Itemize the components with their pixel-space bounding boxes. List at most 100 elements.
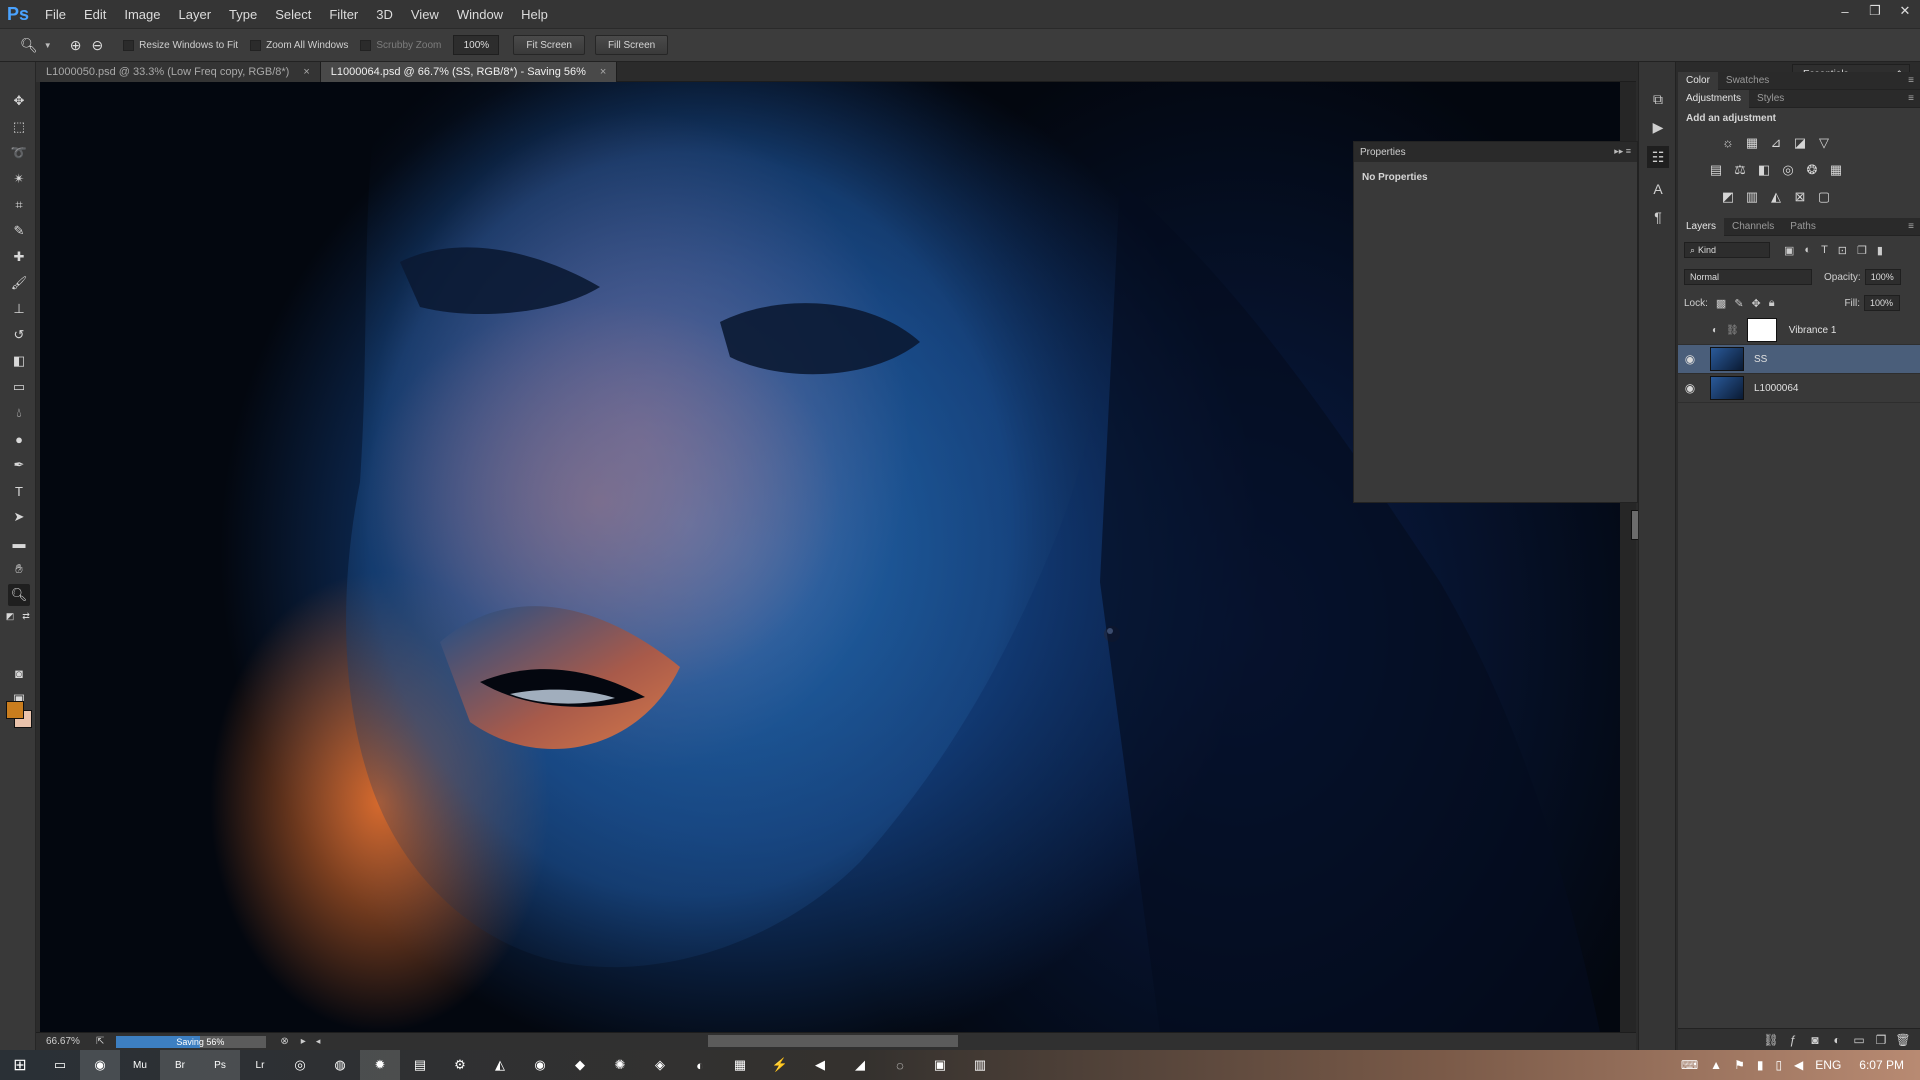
cancel-save-icon[interactable]: ⊗ — [280, 1036, 288, 1047]
status-menu-arrow-icon[interactable]: ▸ — [301, 1036, 306, 1047]
chrome-icon[interactable]: ◉ — [80, 1050, 120, 1080]
move-tool-icon[interactable]: ✥ — [8, 90, 30, 112]
minimize-button[interactable]: – — [1830, 0, 1860, 22]
default-colors-icon[interactable]: ◩ — [4, 610, 16, 622]
app-icon[interactable]: ◍ — [320, 1050, 360, 1080]
pen-tool-icon[interactable]: ✒ — [8, 454, 30, 476]
trash-icon[interactable]: 🗑︎ — [1892, 1033, 1914, 1047]
close-button[interactable]: ✕ — [1890, 0, 1920, 22]
app-icon[interactable]: ◢ — [840, 1050, 880, 1080]
scrubby-zoom-checkbox[interactable]: Scrubby Zoom — [360, 39, 441, 51]
brightness-icon[interactable]: ☼ — [1716, 134, 1740, 152]
menu-image[interactable]: Image — [115, 7, 169, 22]
app-icon[interactable]: ⚡ — [760, 1050, 800, 1080]
explorer-icon[interactable]: ▭ — [40, 1050, 80, 1080]
photo-filter-icon[interactable]: ◎ — [1776, 161, 1800, 179]
panel-menu-icon[interactable]: ▸▸ ≡ — [1614, 146, 1631, 157]
character-icon[interactable]: A — [1647, 178, 1669, 200]
new-layer-icon[interactable]: ❐ — [1870, 1033, 1892, 1047]
posterize-icon[interactable]: ▥ — [1740, 188, 1764, 206]
start-button[interactable]: ⊞ — [0, 1050, 40, 1080]
exposure-icon[interactable]: ◪ — [1788, 134, 1812, 152]
layer-row[interactable]: ◐ ⛓︎ Vibrance 1 — [1678, 316, 1920, 345]
dodge-tool-icon[interactable]: ● — [8, 428, 30, 450]
tab-styles[interactable]: Styles — [1749, 90, 1792, 108]
tab-color[interactable]: Color — [1678, 71, 1718, 90]
gradient-tool-icon[interactable]: ▭ — [8, 376, 30, 398]
foreground-color-swatch[interactable] — [6, 701, 24, 719]
app-icon[interactable]: ▣ — [920, 1050, 960, 1080]
zoom-all-windows-checkbox[interactable]: Zoom All Windows — [250, 39, 348, 51]
gradient-map-icon[interactable]: ⊠ — [1788, 188, 1812, 206]
clock[interactable]: 6:07 PM — [1859, 1058, 1904, 1072]
color-lookup-icon[interactable]: ▦ — [1824, 161, 1848, 179]
filter-toggle-icon[interactable]: ▮ — [1877, 244, 1883, 257]
keyboard-icon[interactable]: ⌨ — [1681, 1058, 1698, 1072]
tab-swatches[interactable]: Swatches — [1718, 72, 1777, 90]
properties-header[interactable]: Properties ▸▸ ≡ — [1354, 142, 1637, 162]
acrobat-icon[interactable]: ◭ — [480, 1050, 520, 1080]
lock-all-icon[interactable]: 🔒︎ — [1769, 297, 1775, 310]
quick-mask-icon[interactable]: ◙ — [8, 662, 30, 684]
menu-select[interactable]: Select — [266, 7, 320, 22]
app-icon[interactable]: ◉ — [520, 1050, 560, 1080]
lightroom-icon[interactable]: Lr — [240, 1050, 280, 1080]
network-icon[interactable]: ▮ — [1757, 1058, 1764, 1072]
app-icon[interactable]: ✺ — [600, 1050, 640, 1080]
zoom-level[interactable]: 66.67% — [36, 1036, 96, 1047]
vibrance-icon[interactable]: ▽ — [1812, 134, 1836, 152]
new-adjustment-icon[interactable]: ◐ — [1826, 1033, 1848, 1047]
type-filter-icon[interactable]: T — [1821, 244, 1828, 256]
eye-icon[interactable]: ◉ — [1678, 352, 1702, 366]
pixel-filter-icon[interactable]: ▣ — [1784, 244, 1794, 257]
app-icon[interactable]: ◆ — [560, 1050, 600, 1080]
app-icon[interactable]: ▦ — [720, 1050, 760, 1080]
history-icon[interactable]: ⧉ — [1647, 88, 1669, 110]
zoom-out-icon[interactable]: ⊖ — [91, 37, 103, 54]
app-icon[interactable]: ◎ — [280, 1050, 320, 1080]
tab-channels[interactable]: Channels — [1724, 218, 1782, 236]
layer-row[interactable]: ◉ SS — [1678, 345, 1920, 374]
eye-icon[interactable]: ◉ — [1678, 381, 1702, 395]
volume-icon[interactable]: ◀ — [1794, 1058, 1803, 1072]
menu-type[interactable]: Type — [220, 7, 266, 22]
menu-layer[interactable]: Layer — [170, 7, 221, 22]
tab-layers[interactable]: Layers — [1678, 217, 1725, 236]
crop-tool-icon[interactable]: ⌗ — [8, 194, 30, 216]
add-mask-icon[interactable]: ◙ — [1804, 1033, 1826, 1047]
selective-color-icon[interactable]: ▢ — [1812, 188, 1836, 206]
menu-edit[interactable]: Edit — [75, 7, 115, 22]
smart-filter-icon[interactable]: ❐ — [1857, 244, 1867, 257]
invert-icon[interactable]: ◩ — [1716, 188, 1740, 206]
zoom-100-button[interactable]: 100% — [453, 35, 500, 55]
kind-filter-select[interactable]: ⌕ Kind — [1684, 242, 1770, 258]
blur-tool-icon[interactable]: 💧︎ — [8, 402, 30, 424]
app-icon[interactable]: ◈ — [640, 1050, 680, 1080]
actions-play-icon[interactable]: ▶ — [1647, 116, 1669, 138]
menu-window[interactable]: Window — [448, 7, 512, 22]
fill-screen-button[interactable]: Fill Screen — [594, 35, 669, 55]
lock-pixels-icon[interactable]: ✎ — [1734, 297, 1743, 310]
app-icon[interactable]: ◐ — [680, 1050, 720, 1080]
horizontal-scrollbar-thumb[interactable] — [708, 1035, 958, 1047]
lasso-tool-icon[interactable]: ➰ — [8, 142, 30, 164]
clone-stamp-tool-icon[interactable]: ⊥ — [8, 298, 30, 320]
doc-tab-active[interactable]: L1000064.psd @ 66.7% (SS, RGB/8*) - Savi… — [320, 62, 618, 82]
lock-transparent-icon[interactable]: ▩ — [1716, 297, 1726, 310]
history-brush-tool-icon[interactable]: ↺ — [8, 324, 30, 346]
tab-paths[interactable]: Paths — [1782, 218, 1824, 236]
app-icon[interactable]: ◌ — [880, 1050, 920, 1080]
tab-adjustments[interactable]: Adjustments — [1678, 89, 1750, 108]
healing-brush-tool-icon[interactable]: ✚ — [8, 246, 30, 268]
tray-expand-icon[interactable]: ▲ — [1710, 1058, 1722, 1072]
menu-view[interactable]: View — [402, 7, 448, 22]
levels-icon[interactable]: ▦ — [1740, 134, 1764, 152]
app-icon[interactable]: ◀ — [800, 1050, 840, 1080]
magic-wand-tool-icon[interactable]: ✴ — [8, 168, 30, 190]
eraser-tool-icon[interactable]: ◧ — [8, 350, 30, 372]
export-icon[interactable]: ⇱ — [96, 1036, 104, 1047]
muse-icon[interactable]: Mu — [120, 1050, 160, 1080]
link-layers-icon[interactable]: ⛓︎ — [1760, 1033, 1782, 1047]
opacity-input[interactable]: 100% — [1864, 269, 1901, 285]
doc-tab[interactable]: L1000050.psd @ 33.3% (Low Freq copy, RGB… — [36, 62, 321, 82]
